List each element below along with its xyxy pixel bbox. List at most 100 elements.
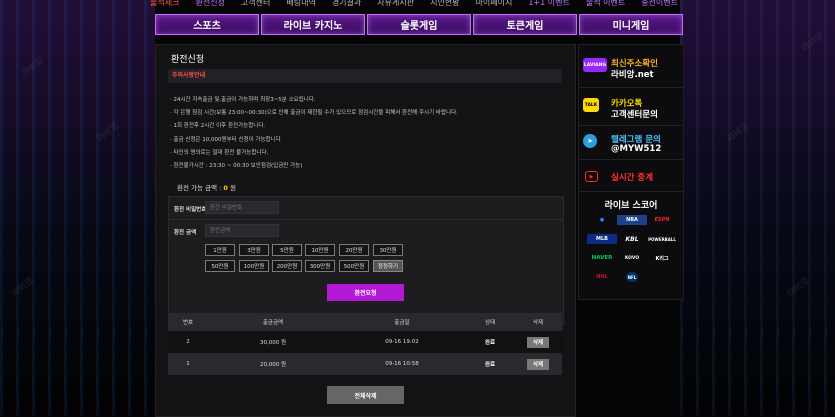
delete-button[interactable]: 삭제 bbox=[527, 336, 549, 348]
notice-list: · 24시간 지속출금 및,출금이 가능하며 최장3~5분 소요됩니다. · 각… bbox=[170, 94, 566, 173]
notice-item: · 출금 신청은 10,000원부터 신청이 가능합니다 bbox=[170, 136, 281, 143]
espn-logo-icon[interactable]: ESPN bbox=[647, 215, 677, 225]
right-sidebar: LAVIANG 최신주소확인 라비앙.net TALK 카카오톡 고객센터문의 … bbox=[578, 44, 684, 300]
top-menu-item[interactable]: 출석체크 bbox=[150, 0, 179, 10]
top-menu-item[interactable]: 지인현황 bbox=[430, 0, 459, 10]
available-value: 0 bbox=[223, 184, 228, 192]
top-menu-item[interactable]: 고객센터 bbox=[241, 0, 270, 10]
top-menu-item[interactable]: 환전신청 bbox=[195, 0, 224, 10]
mlb-logo-icon[interactable]: MLB bbox=[587, 234, 617, 244]
kakao-talk-icon: TALK bbox=[583, 98, 599, 112]
available-amount: 환전 가능 금액 : 0 원 bbox=[177, 182, 236, 192]
row-amount: 20,000 원 bbox=[259, 362, 287, 368]
kbl-logo-icon[interactable]: KBL bbox=[617, 234, 647, 244]
amount-button[interactable]: 20만원 bbox=[339, 244, 369, 256]
notice-item: · 타인의 명의로는 절대 환전 불가능합니다. bbox=[170, 149, 269, 156]
amount-button[interactable]: 200만원 bbox=[272, 260, 302, 272]
row-delete-cell: 삭제 bbox=[514, 331, 562, 353]
powerball-logo-icon[interactable]: POWERBALL bbox=[647, 234, 677, 244]
address-line2: 라비앙.net bbox=[611, 70, 654, 80]
divider bbox=[579, 125, 683, 126]
header-no: 번호 bbox=[182, 320, 194, 326]
nba-logo-icon[interactable]: NBA bbox=[617, 215, 647, 225]
top-menu: 출석체크 환전신청 고객센터 배팅내역 경기결과 자유게시판 지인현황 마이페이… bbox=[150, 0, 690, 10]
header-status: 상태 bbox=[484, 320, 496, 326]
amount-button[interactable]: 300만원 bbox=[305, 260, 335, 272]
reset-amount-button[interactable]: 정정하기 bbox=[373, 260, 403, 272]
kakao-line2: 고객센터문의 bbox=[611, 110, 658, 120]
nhl-logo-icon[interactable]: NHL bbox=[587, 272, 617, 282]
top-menu-item[interactable]: 1+1 이벤트 bbox=[528, 0, 570, 10]
divider bbox=[579, 159, 683, 160]
header-delete: 삭제 bbox=[532, 320, 544, 326]
telegram-icon: ➤ bbox=[583, 134, 597, 148]
category-live-casino[interactable]: 라이브 카지노 bbox=[261, 14, 365, 35]
available-label: 환전 가능 금액 : bbox=[177, 184, 222, 192]
kakao-link[interactable]: TALK 카카오톡 고객센터문의 bbox=[579, 91, 683, 123]
notice-item: · 각 은행 점검 시간(보통 23:00~00:30)으로 인해 출금이 제한… bbox=[170, 110, 458, 117]
table-row: 1 20,000 원 09-16 10:58 완료 삭제 bbox=[168, 353, 562, 375]
header-date: 출금일 bbox=[394, 320, 410, 326]
top-menu-item[interactable]: 경기결과 bbox=[332, 0, 361, 10]
row-status: 완료 bbox=[484, 340, 496, 346]
background-glow-right bbox=[680, 0, 835, 415]
withdraw-submit-button[interactable]: 환전요청 bbox=[327, 284, 404, 301]
live-line1: 실시간 중계 bbox=[611, 173, 654, 183]
kleague-logo-icon[interactable]: K리그 bbox=[647, 253, 677, 263]
top-menu-item[interactable]: 충전이벤트 bbox=[641, 0, 678, 10]
notice-heading: 주의사항안내 bbox=[168, 69, 562, 83]
live-video-icon: ▶ bbox=[585, 171, 598, 182]
table-row: 2 30,000 원 09-16 19:02 완료 삭제 bbox=[168, 331, 562, 353]
row-date: 09-16 19:02 bbox=[385, 339, 419, 345]
notice-item: · 환전불가시간 : 23:30 ~ 00:30 보안점검(입금만 가능) bbox=[170, 162, 303, 169]
delete-button[interactable]: 삭제 bbox=[527, 358, 549, 370]
withdraw-form: 환전 비밀번호 환전 금액 1만원 3만원 5만원 10만원 20만원 30만원… bbox=[168, 196, 564, 326]
naver-logo-icon[interactable]: NAVER bbox=[587, 253, 617, 263]
top-menu-item[interactable]: 출석 이벤트 bbox=[586, 0, 625, 10]
delete-all-button[interactable]: 전체삭제 bbox=[327, 386, 404, 404]
available-unit: 원 bbox=[229, 184, 236, 192]
password-label: 환전 비밀번호 bbox=[174, 207, 207, 213]
category-token[interactable]: 토큰게임 bbox=[473, 14, 577, 35]
row-amount: 30,000 원 bbox=[259, 340, 287, 346]
amount-button[interactable]: 30만원 bbox=[373, 244, 403, 256]
category-mini[interactable]: 미니게임 bbox=[579, 14, 683, 35]
amount-button[interactable]: 5만원 bbox=[272, 244, 302, 256]
notice-item: · 1회 환전후 2시간 이후 환전가능합니다. bbox=[170, 123, 266, 130]
telegram-line2: @MYW512 bbox=[611, 144, 662, 154]
top-menu-item[interactable]: 자유게시판 bbox=[377, 0, 414, 10]
amount-label: 환전 금액 bbox=[174, 230, 197, 236]
category-sports[interactable]: 스포츠 bbox=[155, 14, 259, 35]
amount-button[interactable]: 100만원 bbox=[239, 260, 269, 272]
notice-item: · 24시간 지속출금 및,출금이 가능하며 최장3~5분 소요됩니다. bbox=[170, 97, 316, 103]
background-glow-left bbox=[0, 0, 155, 415]
password-input[interactable] bbox=[205, 201, 279, 214]
password-row: 환전 비밀번호 bbox=[169, 197, 563, 220]
withdraw-panel: 환전신청 주의사항안내 · 24시간 지속출금 및,출금이 가능하며 최장3~5… bbox=[155, 44, 576, 417]
logo-icon[interactable]: ● bbox=[587, 215, 617, 225]
amount-button[interactable]: 500만원 bbox=[339, 260, 369, 272]
amount-button[interactable]: 10만원 bbox=[305, 244, 335, 256]
amount-button[interactable]: 3만원 bbox=[239, 244, 269, 256]
telegram-link[interactable]: ➤ 텔레그램 문의 @MYW512 bbox=[579, 127, 683, 159]
divider bbox=[579, 87, 683, 88]
kovo-logo-icon[interactable]: KOVO bbox=[617, 253, 647, 263]
live-broadcast-link[interactable]: ▶ 실시간 중계 bbox=[579, 161, 683, 193]
withdraw-history-table: 번호 출금금액 출금일 상태 삭제 2 30,000 원 09-16 19:02… bbox=[168, 313, 562, 375]
row-delete-cell: 삭제 bbox=[514, 353, 562, 375]
category-slot[interactable]: 슬롯게임 bbox=[367, 14, 471, 35]
top-menu-item[interactable]: 배팅내역 bbox=[286, 0, 315, 10]
header-amount: 출금금액 bbox=[262, 320, 284, 326]
row-no: 2 bbox=[186, 339, 190, 345]
row-no: 1 bbox=[186, 361, 190, 367]
amount-input[interactable] bbox=[205, 224, 279, 237]
address-check-link[interactable]: LAVIANG 최신주소확인 라비앙.net bbox=[579, 51, 683, 83]
amount-button[interactable]: 1만원 bbox=[205, 244, 235, 256]
top-menu-item[interactable]: 마이페이지 bbox=[476, 0, 513, 10]
row-date: 09-16 10:58 bbox=[385, 361, 419, 367]
live-score-title: 라이브 스코어 bbox=[604, 201, 658, 211]
divider bbox=[579, 191, 683, 192]
laviang-logo-icon: LAVIANG bbox=[583, 58, 607, 72]
nfl-logo-icon[interactable]: NFL bbox=[626, 272, 638, 282]
amount-button[interactable]: 50만원 bbox=[205, 260, 235, 272]
